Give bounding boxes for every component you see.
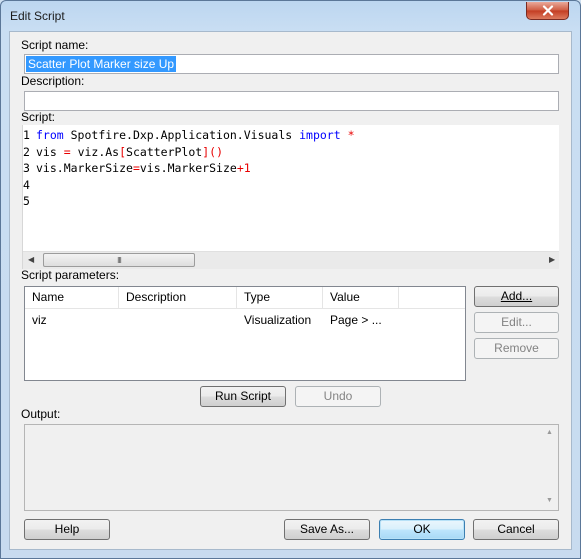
row-value-cell: Page > ... xyxy=(330,313,382,327)
code-token: viz.As xyxy=(70,144,120,159)
undo-label: Undo xyxy=(323,389,353,403)
code-token: * xyxy=(347,128,355,142)
add-button-label: Add... xyxy=(500,289,533,303)
code-token: ]() xyxy=(202,144,223,159)
undo-button[interactable]: Undo xyxy=(295,386,381,407)
code-token: vis xyxy=(36,144,64,159)
add-button[interactable]: Add... xyxy=(474,286,559,307)
run-script-button[interactable]: Run Script xyxy=(200,386,286,407)
script-name-value: Scatter Plot Marker size Up xyxy=(26,56,177,72)
code-token: ScatterPlot xyxy=(126,144,203,159)
dialog-body: Script name: Scatter Plot Marker size Up… xyxy=(9,31,572,550)
script-name-input[interactable]: Scatter Plot Marker size Up xyxy=(24,54,559,74)
help-label: Help xyxy=(54,522,80,536)
save-as-button[interactable]: Save As... xyxy=(284,519,370,540)
title-bar[interactable]: Edit Script xyxy=(1,1,580,31)
scroll-up-icon[interactable]: ▲ xyxy=(546,429,553,436)
row-type-cell: Visualization xyxy=(244,313,312,327)
line-number: 5 xyxy=(23,194,30,208)
code-line[interactable]: vis = viz.As[ScatterPlot]() xyxy=(36,144,223,161)
code-token: [ xyxy=(119,144,127,159)
script-editor[interactable]: 1 2 3 4 5 from Spotfire.Dxp.Application.Visu… xyxy=(22,125,559,269)
scroll-left-icon[interactable]: ◀ xyxy=(28,255,34,264)
output-label: Output: xyxy=(21,407,61,421)
output-area[interactable]: ▲ ▼ xyxy=(24,424,559,511)
window-title: Edit Script xyxy=(10,9,65,23)
line-number-gutter: 1 2 3 4 5 xyxy=(23,125,35,251)
column-header-type[interactable]: Type xyxy=(237,287,323,308)
edit-button[interactable]: Edit... xyxy=(474,312,559,333)
remove-button[interactable]: Remove xyxy=(474,338,559,359)
remove-button-label: Remove xyxy=(494,341,539,355)
grip-icon: III xyxy=(117,255,122,265)
script-label: Script: xyxy=(21,110,56,124)
save-as-label: Save As... xyxy=(299,522,355,536)
close-button[interactable] xyxy=(526,2,569,20)
code-token: = xyxy=(63,144,71,159)
vertical-scrollbar[interactable]: ▲ ▼ xyxy=(541,425,558,510)
edit-button-label: Edit... xyxy=(501,315,532,329)
row-name-cell: viz xyxy=(32,313,47,327)
edit-script-dialog: Edit Script Script name: Scatter Plot Ma… xyxy=(0,0,581,559)
column-header-value[interactable]: Value xyxy=(323,287,399,308)
cancel-label: Cancel xyxy=(497,522,535,536)
scroll-thumb[interactable]: III xyxy=(43,253,195,267)
code-token: +1 xyxy=(236,161,251,175)
parameters-table[interactable]: Name Description Type Value viz Visualiz… xyxy=(24,286,466,381)
table-header: Name Description Type Value xyxy=(25,287,465,309)
code-line[interactable]: from Spotfire.Dxp.Application.Visuals im… xyxy=(36,127,355,144)
scroll-right-icon[interactable]: ▶ xyxy=(549,255,555,264)
close-icon xyxy=(542,5,553,16)
description-label: Description: xyxy=(21,74,85,88)
line-number: 1 xyxy=(23,128,30,142)
column-header-name[interactable]: Name xyxy=(25,287,119,308)
script-parameters-label: Script parameters: xyxy=(21,268,120,282)
cancel-button[interactable]: Cancel xyxy=(473,519,559,540)
ok-button[interactable]: OK xyxy=(379,519,465,540)
line-number: 2 xyxy=(23,144,30,159)
code-token: vis.MarkerSize xyxy=(36,161,133,175)
run-script-label: Run Script xyxy=(214,389,272,403)
line-number: 4 xyxy=(23,177,30,192)
code-line[interactable]: vis.MarkerSize=vis.MarkerSize+1 xyxy=(36,160,251,177)
code-token: Spotfire.Dxp.Application.Visuals xyxy=(63,128,300,142)
line-number: 3 xyxy=(23,161,30,175)
code-token: = xyxy=(132,161,140,175)
ok-label: OK xyxy=(413,522,431,536)
column-header-description[interactable]: Description xyxy=(119,287,237,308)
help-button[interactable]: Help xyxy=(24,519,110,540)
code-token: from xyxy=(36,128,64,142)
code-token: import xyxy=(299,128,341,142)
script-name-label: Script name: xyxy=(21,38,89,52)
row-description-cell xyxy=(119,311,126,329)
code-token: vis.MarkerSize xyxy=(139,161,237,175)
horizontal-scrollbar[interactable]: ◀ III ▶ xyxy=(23,251,559,269)
scroll-down-icon[interactable]: ▼ xyxy=(546,497,553,504)
description-input[interactable] xyxy=(24,91,559,111)
